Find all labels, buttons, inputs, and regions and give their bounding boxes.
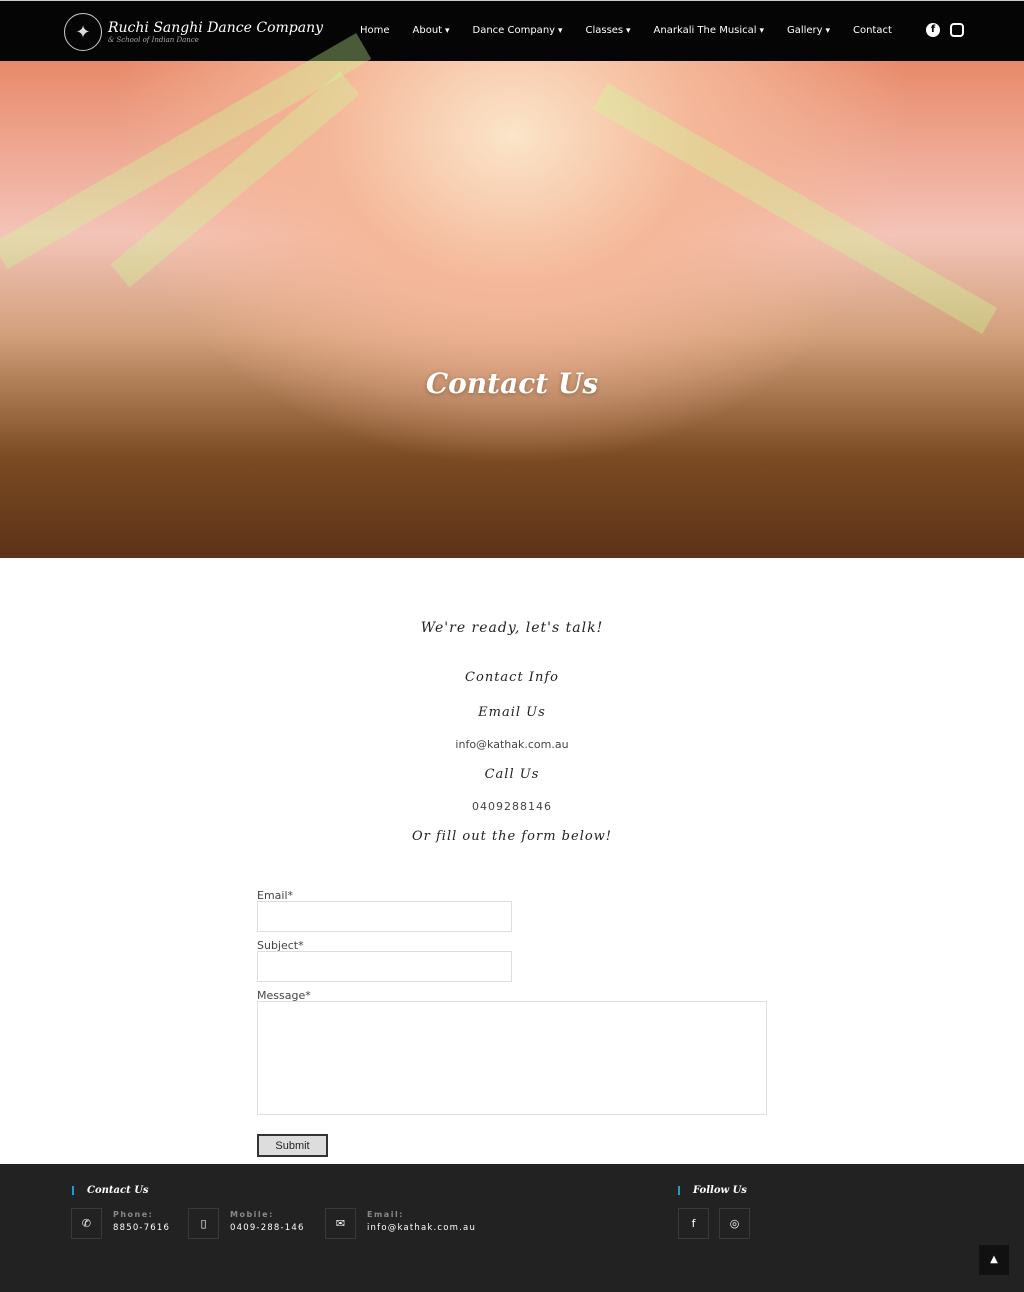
email-field[interactable] [257,901,512,932]
nav-anarkali[interactable]: Anarkali The Musical [654,25,764,36]
call-heading: Call Us [484,767,540,782]
footer-follow-heading: Follow Us [678,1186,747,1196]
facebook-icon[interactable]: f [678,1208,709,1239]
footer-email[interactable]: info@kathak.com.au [367,1223,476,1233]
instagram-icon[interactable]: ◎ [719,1208,750,1239]
footer: Contact Us Follow Us ✆ Phone: 8850-7616 … [0,1164,1024,1292]
email-heading: Email Us [478,705,546,720]
logo-title: Ruchi Sanghi Dance Company [108,20,324,36]
phone-icon: ✆ [71,1208,102,1239]
phone-text: 0409288146 [472,800,552,813]
message-textarea[interactable] [257,1001,767,1115]
nav-about[interactable]: About [413,25,450,36]
nav-classes[interactable]: Classes [585,25,630,36]
nav-gallery[interactable]: Gallery [787,25,830,36]
mobile-icon: ▯ [188,1208,219,1239]
subject-field[interactable] [257,951,512,982]
phone-label: Phone: [113,1210,154,1219]
email-label-footer: Email: [367,1210,404,1219]
envelope-icon: ✉ [325,1208,356,1239]
dancer-logo-icon: ✦ [64,13,102,51]
form-heading: Or fill out the form below! [411,829,613,844]
nav-home[interactable]: Home [360,25,390,36]
instagram-icon[interactable] [950,23,964,37]
main-menu: Home About Dance Company Classes Anarkal… [360,25,915,36]
tagline: We're ready, let's talk! [420,620,604,636]
hero-title: Contact Us [425,367,599,400]
top-navbar: ✦ Ruchi Sanghi Dance Company & School of… [0,0,1024,61]
contact-info-heading: Contact Info [465,670,559,685]
nav-dance-company[interactable]: Dance Company [473,25,563,36]
footer-contact-heading: Contact Us [72,1186,149,1196]
logo[interactable]: ✦ Ruchi Sanghi Dance Company & School of… [64,13,323,51]
facebook-icon[interactable]: f [926,23,940,37]
mobile-label: Mobile: [230,1210,274,1219]
nav-contact[interactable]: Contact [853,25,892,36]
email-link[interactable]: info@kathak.com.au [0,738,1024,751]
footer-mobile[interactable]: 0409-288-146 [230,1223,305,1233]
hero-banner: Contact Us [0,33,1024,558]
scroll-to-top-button[interactable]: ▲ [979,1245,1009,1275]
footer-phone[interactable]: 8850-7616 [113,1223,170,1233]
submit-button[interactable]: Submit [257,1134,328,1157]
logo-subtitle: & School of Indian Dance [108,36,199,44]
